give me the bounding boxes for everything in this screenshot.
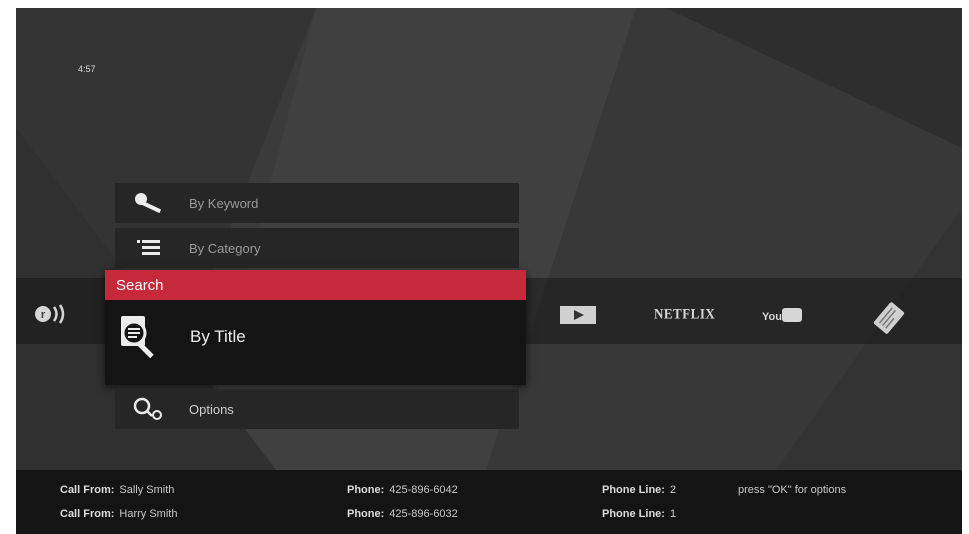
- phone-1: Phone: 425-896-6042: [347, 484, 458, 496]
- phone-line-2: Phone Line: 1: [602, 508, 676, 520]
- menu-item-by-title[interactable]: By Title: [105, 300, 526, 385]
- search-header: Search: [105, 270, 526, 300]
- svg-text:r: r: [41, 309, 46, 321]
- sound-waves-icon[interactable]: r: [34, 302, 70, 331]
- search-options-icon: [129, 389, 169, 429]
- list-icon: [129, 228, 169, 268]
- call-from-label: Call From:: [60, 508, 115, 520]
- phone-line-1: Phone Line: 2: [602, 484, 676, 496]
- key-icon: [129, 183, 169, 223]
- caller-name: Sally Smith: [119, 484, 175, 496]
- by-title-label: By Title: [190, 327, 246, 346]
- menu-item-by-keyword[interactable]: By Keyword: [115, 183, 519, 223]
- phone-line-value: 2: [669, 484, 677, 496]
- phone-number: 425-896-6032: [389, 508, 458, 520]
- clock: 4:57: [78, 64, 96, 74]
- by-keyword-label: By Keyword: [189, 195, 259, 211]
- caller-name: Harry Smith: [119, 508, 178, 520]
- call-from-1: Call From: Sally Smith: [60, 484, 174, 496]
- call-from-label: Call From:: [60, 484, 115, 496]
- menu-item-options[interactable]: Options: [115, 389, 519, 429]
- phone-line-label: Phone Line:: [602, 484, 665, 496]
- options-hint: press "OK" for options: [738, 484, 847, 496]
- magnify-document-icon: [117, 314, 163, 369]
- youtube-app[interactable]: You: [762, 305, 804, 330]
- phone-2: Phone: 425-896-6032: [347, 508, 458, 520]
- menu-item-by-category[interactable]: By Category: [115, 228, 519, 268]
- tv-screen: 4:57 r NETFLIX You By Keyword By Categor…: [16, 8, 962, 534]
- phone-line-value: 1: [669, 508, 677, 520]
- phone-line-label: Phone Line:: [602, 508, 665, 520]
- netflix-app[interactable]: NETFLIX: [654, 305, 715, 323]
- play-icon[interactable]: [560, 305, 596, 330]
- youtube-you-text: You: [762, 311, 782, 323]
- call-from-2: Call From: Harry Smith: [60, 508, 177, 520]
- card-icon[interactable]: [872, 298, 906, 343]
- search-panel: Search By Title: [105, 270, 526, 385]
- phone-label: Phone:: [347, 484, 385, 496]
- phone-label: Phone:: [347, 508, 385, 520]
- phone-number: 425-896-6042: [389, 484, 458, 496]
- options-label: Options: [189, 401, 234, 417]
- call-notification-bar: Call From: Sally Smith Phone: 425-896-6042…: [16, 470, 962, 534]
- by-category-label: By Category: [189, 240, 261, 256]
